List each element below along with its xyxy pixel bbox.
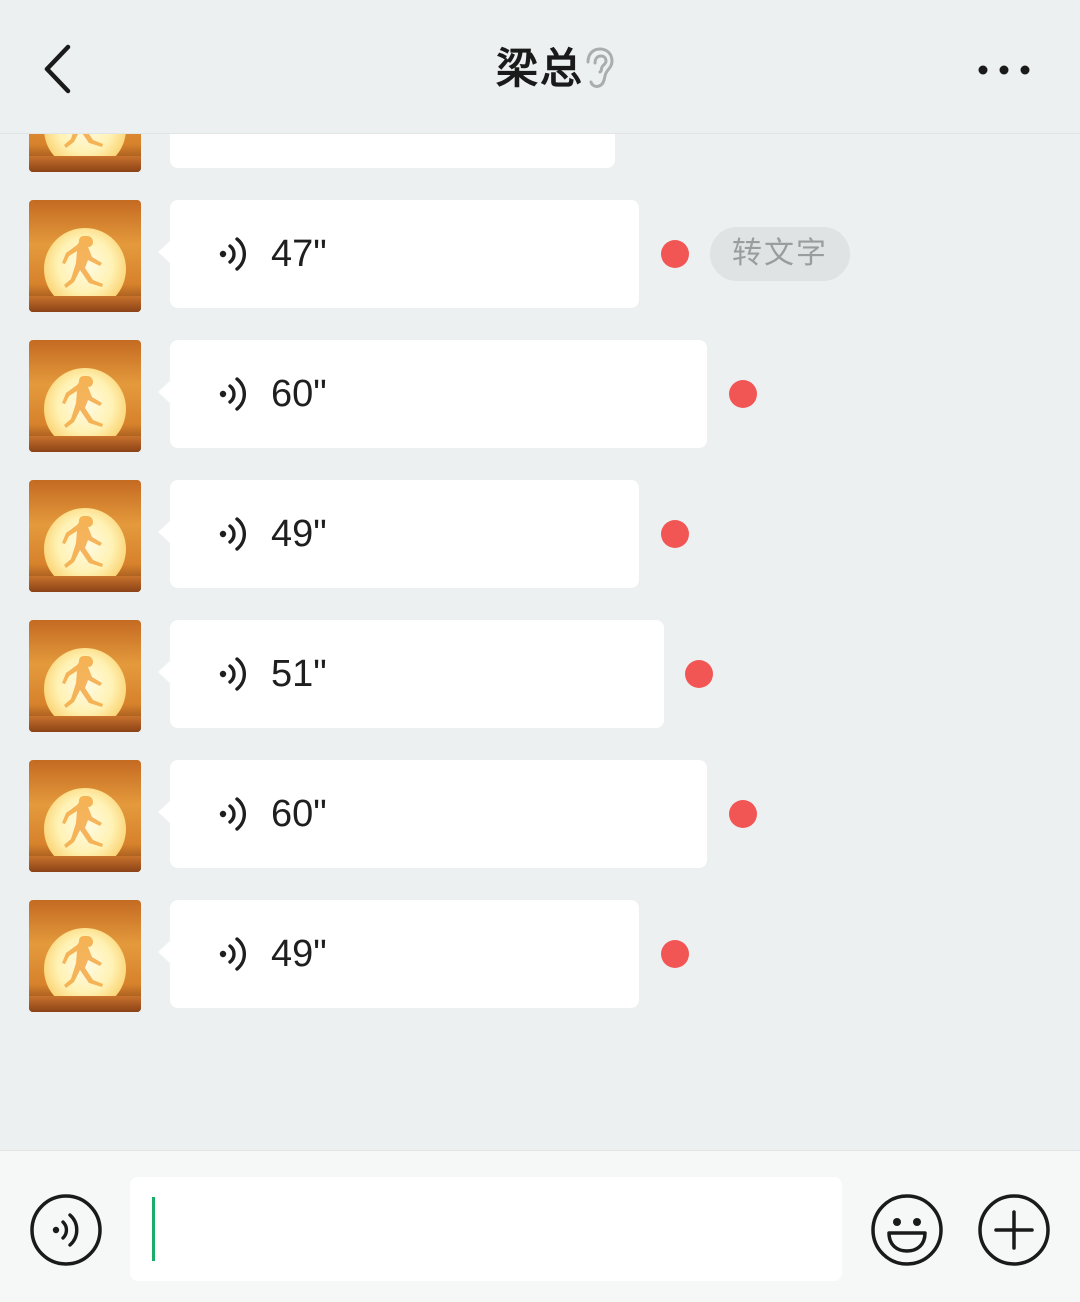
voice-mode-icon[interactable]: [29, 1193, 103, 1267]
unread-dot: [661, 240, 689, 268]
voice-duration: 49": [271, 933, 327, 975]
message-row: 60": [0, 340, 1080, 452]
voice-message-bubble[interactable]: 60": [158, 340, 707, 448]
chat-title: 梁总: [495, 45, 584, 92]
title-container: 梁总: [0, 36, 1080, 102]
unread-dot: [685, 660, 713, 688]
chat-area[interactable]: 47" 转文字 60" 49" 51" 60" 49": [0, 0, 1080, 1150]
avatar[interactable]: [29, 760, 141, 872]
voice-message-bubble[interactable]: 51": [158, 620, 664, 728]
unread-dot: [661, 940, 689, 968]
voice-duration: 49": [271, 513, 327, 555]
avatar[interactable]: [29, 620, 141, 732]
more-dots-icon[interactable]: [970, 48, 1040, 92]
voice-duration: 60": [271, 373, 327, 415]
message-row: 49": [0, 900, 1080, 1012]
message-input[interactable]: [130, 1177, 842, 1281]
avatar[interactable]: [29, 200, 141, 312]
plus-icon[interactable]: [977, 1193, 1051, 1267]
message-row: 51": [0, 620, 1080, 732]
voice-wave-icon: [219, 657, 247, 691]
message-row: 47" 转文字: [0, 200, 1080, 312]
unread-dot: [729, 380, 757, 408]
voice-wave-icon: [219, 797, 247, 831]
transcribe-button[interactable]: 转文字: [710, 227, 850, 281]
voice-wave-icon: [219, 517, 247, 551]
ear-icon: [586, 47, 614, 88]
message-row: 49": [0, 480, 1080, 592]
voice-duration: 51": [271, 653, 327, 695]
voice-duration: 60": [271, 793, 327, 835]
top-nav-bar: 梁总: [0, 0, 1080, 134]
voice-wave-icon: [219, 937, 247, 971]
unread-dot: [729, 800, 757, 828]
unread-dot: [661, 520, 689, 548]
avatar[interactable]: [29, 340, 141, 452]
message-row: 60": [0, 760, 1080, 872]
voice-duration: 47": [271, 233, 327, 275]
voice-wave-icon: [219, 377, 247, 411]
voice-message-bubble[interactable]: 49": [158, 900, 639, 1008]
voice-message-bubble[interactable]: 47": [158, 200, 639, 308]
input-bar: [0, 1150, 1080, 1302]
voice-message-bubble[interactable]: 49": [158, 480, 639, 588]
emoji-icon[interactable]: [870, 1193, 944, 1267]
avatar[interactable]: [29, 480, 141, 592]
voice-wave-icon: [219, 237, 247, 271]
text-caret: [152, 1197, 155, 1261]
voice-message-bubble[interactable]: 60": [158, 760, 707, 868]
avatar[interactable]: [29, 900, 141, 1012]
